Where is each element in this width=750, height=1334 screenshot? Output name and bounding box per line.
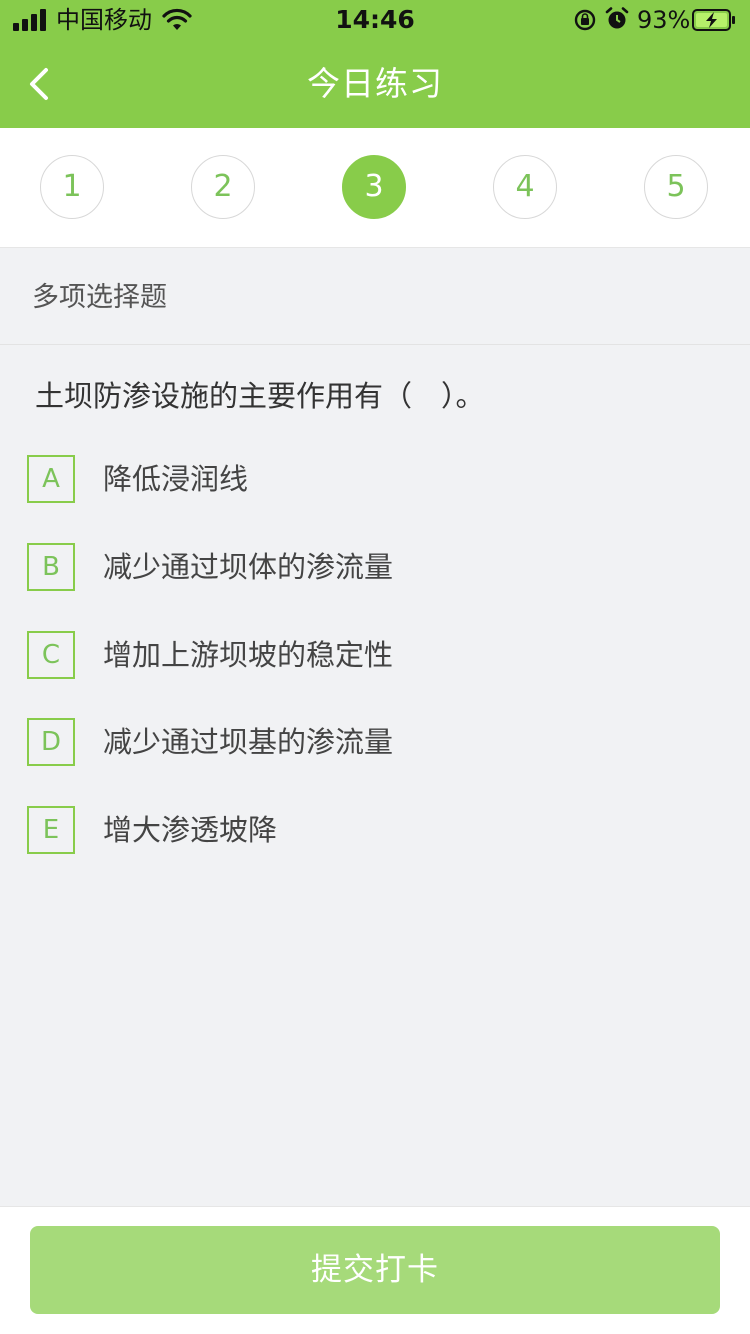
option-a-checkbox[interactable]: A: [27, 455, 75, 503]
orientation-lock-icon: [574, 9, 596, 31]
option-e-label: 增大渗透坡降: [103, 813, 278, 847]
question-step-list: 1 2 3 4 5: [0, 128, 750, 248]
option-c-checkbox[interactable]: C: [27, 631, 75, 679]
question-step-5[interactable]: 5: [644, 155, 708, 219]
option-e[interactable]: E 增大渗透坡降: [27, 806, 717, 854]
option-a-label: 降低浸润线: [103, 462, 249, 496]
question-step-1[interactable]: 1: [40, 155, 104, 219]
question-type-label: 多项选择题: [32, 282, 167, 313]
option-a[interactable]: A 降低浸润线: [27, 455, 717, 503]
question-text: 土坝防渗设施的主要作用有（ ）。: [35, 379, 485, 413]
option-e-checkbox[interactable]: E: [27, 806, 75, 854]
option-b-checkbox[interactable]: B: [27, 543, 75, 591]
option-c[interactable]: C 增加上游坝坡的稳定性: [27, 631, 717, 679]
bottom-action-bar: 提交打卡: [0, 1206, 750, 1334]
submit-checkin-button[interactable]: 提交打卡: [30, 1226, 720, 1314]
page-title: 今日练习: [307, 64, 443, 103]
option-d-checkbox[interactable]: D: [27, 718, 75, 766]
header: 中国移动 14:46 93% 今日练习: [0, 0, 750, 128]
question-type-header: 多项选择题: [0, 248, 750, 345]
question-step-2[interactable]: 2: [191, 155, 255, 219]
alarm-icon: [605, 7, 629, 29]
battery-percent: 93%: [637, 6, 691, 34]
battery-charging-icon: [692, 9, 735, 31]
option-b[interactable]: B 减少通过坝体的渗流量: [27, 543, 717, 591]
option-d[interactable]: D 减少通过坝基的渗流量: [27, 718, 717, 766]
question-step-3-current[interactable]: 3: [342, 155, 406, 219]
question-step-4[interactable]: 4: [493, 155, 557, 219]
status-bar: 中国移动 14:46 93%: [0, 0, 750, 40]
option-b-label: 减少通过坝体的渗流量: [103, 550, 394, 584]
option-d-label: 减少通过坝基的渗流量: [103, 725, 394, 759]
option-c-label: 增加上游坝坡的稳定性: [103, 638, 394, 672]
